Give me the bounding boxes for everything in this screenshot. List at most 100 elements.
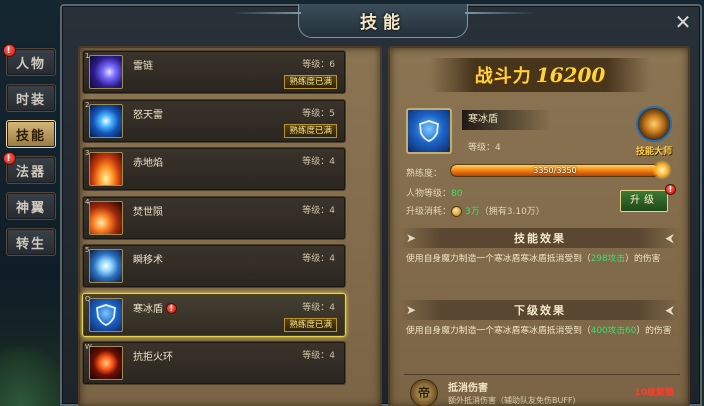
proficiency-value: 3350/3350	[533, 166, 577, 175]
side-tab-bar: 人物! 时装技能法器! 神翼转生	[3, 44, 56, 264]
skill-name-wrap: 焚世陨	[133, 203, 163, 218]
passive-skill-desc: 额外抵消伤害（辅助队友免伤BUFF）	[448, 396, 581, 405]
mastery-full-badge: 熟练度已满	[284, 123, 337, 138]
skill-effect-text-prefix: 使用自身魔力制造一个寒冰盾寒冰盾抵消受到（	[406, 254, 591, 264]
skill-name-wrap: 雷链	[133, 57, 153, 72]
skill-name: 寒冰盾	[133, 303, 163, 315]
next-level-effect-title: 下级效果	[514, 304, 566, 317]
skill-name: 瞬移术	[133, 255, 163, 266]
arrow-left-icon: ➤	[406, 231, 417, 245]
skill-level: 等级：5	[302, 108, 335, 119]
skill-name-wrap: 怒天雷	[133, 106, 163, 121]
skill-effect-text-suffix: ）的伤害	[625, 254, 661, 264]
thunder-icon	[89, 55, 123, 89]
next-level-effect-text: 使用自身魔力制造一个寒冰盾寒冰盾抵消受到（400攻击60）的伤害	[406, 324, 676, 338]
skill-row[interactable]: 3 赤地焰 等级：4	[82, 147, 346, 191]
upgrade-cost-value: 3万	[465, 207, 480, 217]
side-tab-label: 神翼	[15, 200, 46, 216]
skill-level: 等级：6	[302, 60, 335, 70]
skill-name-wrap: 寒冰盾!	[133, 300, 177, 315]
window-title: 技能	[360, 13, 406, 33]
skill-level: 等级：4	[302, 302, 335, 313]
skill-name: 焚世陨	[133, 206, 163, 218]
skill-master-label[interactable]: 技能大师	[626, 144, 682, 157]
arrow-right-icon: ⮜	[665, 302, 674, 317]
skill-row[interactable]: W抗拒火环等级：4	[82, 341, 346, 385]
side-tab-2[interactable]: 技能	[6, 120, 56, 148]
next-level-effect-value: 400攻击60	[590, 326, 637, 336]
side-tab-1[interactable]: 时装	[6, 84, 56, 112]
skill-effect-title: 技能效果	[514, 232, 566, 245]
skill-detail-page: 战斗力 16200 寒冰盾 等级：4 技能大师 熟练度： 3350/3350 人…	[388, 46, 690, 406]
skill-level: 等级：4	[302, 351, 335, 361]
passive-skill-requirement: 10级解锁	[634, 388, 674, 398]
side-tab-0[interactable]: 人物!	[3, 44, 56, 76]
side-tab-label: 技能	[15, 128, 46, 144]
arrow-left-icon: ➤	[406, 303, 417, 317]
ice-shield-icon	[406, 108, 452, 154]
skill-window: 技能 ✕ 1 雷链 等级：6 熟练度已满 2 怒天雷 等级：5 熟练度已满 3 赤地焰 等级：4 4 焚…	[60, 4, 702, 406]
skill-row[interactable]: 1 雷链 等级：6 熟练度已满	[82, 50, 346, 94]
skill-row[interactable]: 4 焚世陨 等级：4	[82, 195, 346, 240]
upgrade-cost-label: 升级消耗：	[406, 207, 452, 217]
teleport-icon	[89, 249, 123, 283]
character-level-row: 人物等级：80	[406, 186, 462, 199]
next-level-effect-text-prefix: 使用自身魔力制造一个寒冰盾寒冰盾抵消受到（	[406, 326, 591, 336]
passive-skill-preview[interactable]: 帝 抵消伤害 额外抵消伤害（辅助队友免伤BUFF） 10级解锁	[404, 374, 680, 406]
fire-ring-icon	[89, 346, 123, 380]
skill-name-wrap: 瞬移术	[133, 251, 163, 266]
skill-row[interactable]: 5 瞬移术 等级：4	[82, 244, 346, 288]
skill-name: 雷链	[133, 61, 153, 72]
upgrade-cost-owned: （拥有3.10万）	[479, 207, 545, 217]
meteor-icon	[89, 200, 123, 235]
close-icon[interactable]: ✕	[672, 12, 694, 34]
selected-skill-level: 等级：4	[468, 143, 501, 153]
side-tab-4[interactable]: 神翼	[6, 192, 56, 220]
skill-effect-value: 298攻击	[590, 254, 626, 264]
selected-skill-name: 寒冰盾	[462, 110, 552, 130]
alert-badge-icon: !	[166, 303, 177, 314]
next-level-effect-text-suffix: ）的伤害	[636, 326, 672, 336]
alert-badge-icon: !	[3, 44, 16, 57]
arrow-right-icon: ⮜	[665, 230, 674, 245]
upgrade-button[interactable]: 升级	[620, 190, 668, 212]
side-tab-label: 时装	[15, 92, 46, 108]
skill-level: 等级：4	[302, 157, 335, 167]
combat-power-value: 16200	[535, 63, 606, 87]
skill-list: 1 雷链 等级：6 熟练度已满 2 怒天雷 等级：5 熟练度已满 3 赤地焰 等级：4 4 焚世陨 等级：…	[82, 50, 346, 390]
character-level-label: 人物等级：	[406, 189, 452, 199]
side-tab-label: 转生	[15, 236, 46, 252]
title-banner: 技能	[231, 4, 468, 38]
side-tab-label: 人物	[15, 56, 46, 72]
combat-power-label: 战斗力	[474, 66, 532, 87]
mastery-full-badge: 熟练度已满	[284, 317, 337, 332]
skill-row[interactable]: Q 寒冰盾! 等级：4 熟练度已满	[82, 292, 346, 337]
combat-power-banner: 战斗力 16200	[430, 58, 650, 92]
skill-row[interactable]: 2 怒天雷 等级：5 熟练度已满	[82, 98, 346, 143]
spark-icon	[652, 160, 672, 180]
lightning-icon	[89, 103, 123, 138]
coin-icon	[451, 206, 463, 217]
skill-level: 等级：4	[302, 254, 335, 264]
skill-name: 赤地焰	[133, 158, 163, 169]
skill-name-wrap: 赤地焰	[133, 154, 163, 169]
skill-name: 抗拒火环	[133, 352, 173, 363]
next-level-effect-header: ➤ 下级效果 ⮜	[400, 300, 680, 320]
passive-skill-title: 抵消伤害	[448, 383, 488, 394]
skill-name-wrap: 抗拒火环	[133, 348, 173, 363]
skill-effect-header: ➤ 技能效果 ⮜	[400, 228, 680, 248]
ice-shield-icon	[89, 297, 123, 332]
mastery-full-badge: 熟练度已满	[284, 75, 337, 89]
character-level-value: 80	[451, 189, 463, 199]
skill-master-icon[interactable]	[636, 106, 672, 142]
skill-effect-text: 使用自身魔力制造一个寒冰盾寒冰盾抵消受到（298攻击）的伤害	[406, 252, 676, 266]
upgrade-alert-badge: !	[665, 184, 676, 195]
proficiency-bar: 3350/3350	[450, 164, 660, 177]
alert-badge-icon: !	[3, 152, 16, 165]
upgrade-cost-row: 升级消耗： 3万（拥有3.10万）	[406, 204, 545, 217]
skill-name: 怒天雷	[133, 109, 163, 121]
fire-icon	[89, 152, 123, 186]
emperor-emblem-icon: 帝	[410, 379, 438, 406]
side-tab-3[interactable]: 法器!	[3, 152, 56, 184]
side-tab-5[interactable]: 转生	[6, 228, 56, 256]
